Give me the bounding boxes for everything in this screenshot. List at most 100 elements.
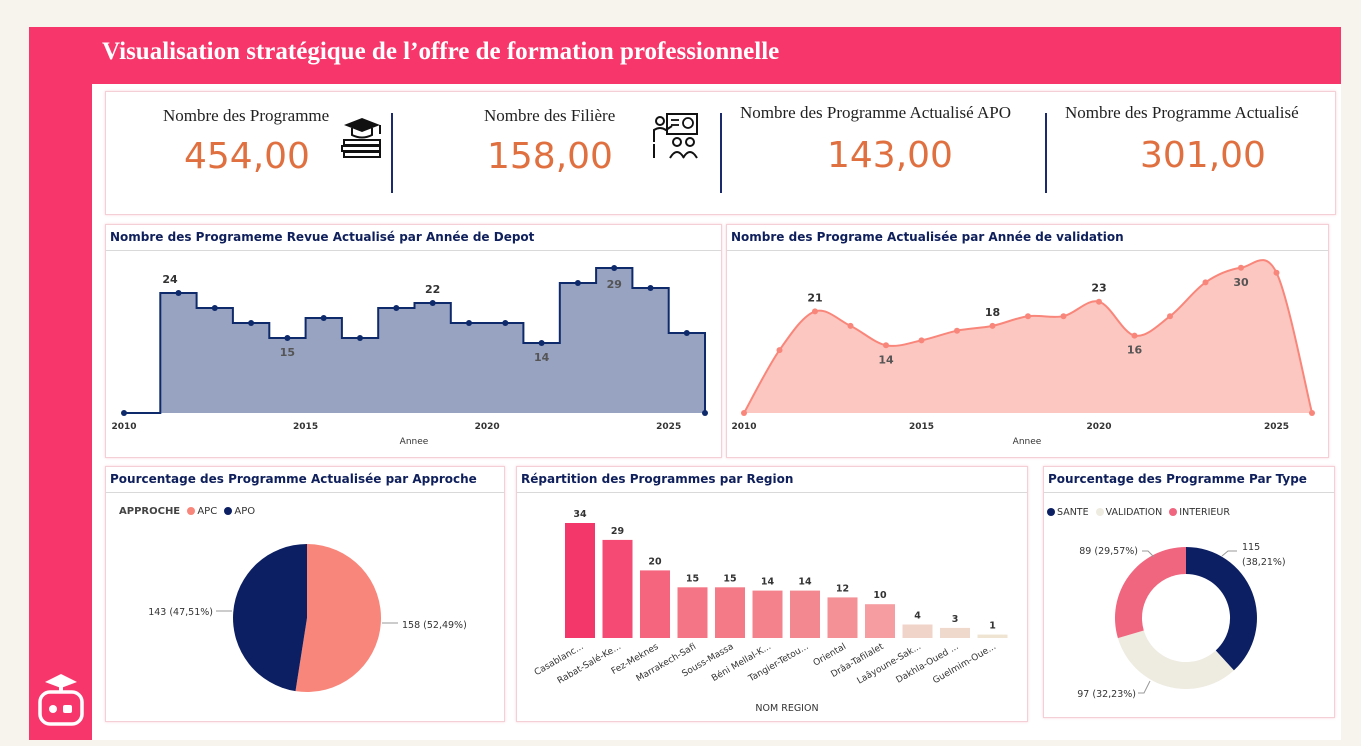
kpi-value-filieres: 158,00 — [487, 136, 613, 177]
pie-slice-apo — [233, 544, 307, 692]
data-point — [611, 265, 618, 271]
data-point — [954, 327, 960, 334]
bar — [865, 604, 895, 638]
donut-chart: 115 (38,21%) 97 (32,23%) 89 (29,57%) — [1077, 542, 1285, 700]
x-tick-label: 2010 — [731, 422, 756, 432]
x-tick-label: 2020 — [475, 422, 500, 432]
data-label: 24 — [162, 273, 178, 286]
area-fill — [744, 260, 1312, 413]
kpi-value-programmes-apo: 143,00 — [827, 135, 953, 176]
chart-card-depot[interactable]: Nombre des Programeme Revue Actualisé pa… — [105, 224, 722, 458]
bar — [602, 539, 633, 638]
kpi-value-programmes-actualise: 301,00 — [1140, 135, 1266, 176]
teacher-presentation-icon — [651, 112, 701, 165]
data-label: 158 (52,49%) — [402, 620, 467, 631]
donut-slice-validation — [1117, 630, 1234, 689]
data-label: 10 — [873, 590, 887, 601]
kpi-label-programmes-apo: Nombre des Programme Actualisé APO — [740, 103, 1012, 122]
data-label: 4 — [914, 611, 921, 622]
bar — [902, 624, 933, 638]
data-point — [320, 315, 327, 321]
x-axis-label: NOM REGION — [755, 703, 818, 714]
data-label: 14 — [798, 577, 812, 588]
chart-card-type[interactable]: Pourcentage des Programme Par Type SANTE… — [1043, 466, 1335, 718]
data-point — [211, 305, 218, 311]
leader-line — [1221, 550, 1237, 557]
data-point — [248, 320, 255, 326]
data-point — [538, 340, 545, 346]
kpi-separator — [1045, 113, 1047, 193]
x-tick-label: 2015 — [293, 422, 318, 432]
data-point — [647, 285, 654, 291]
kpi-label-programmes: Nombre des Programme — [163, 106, 330, 125]
data-label: 12 — [836, 583, 849, 594]
data-point — [1309, 410, 1315, 416]
bar — [640, 570, 670, 638]
data-label: 14 — [534, 351, 550, 364]
step-area-chart: 24 15 22 14 29 2010 2015 2020 2025 Annee — [111, 265, 708, 447]
data-label: 15 — [723, 573, 736, 584]
smooth-area-chart: 21 14 18 23 16 30 2010 2015 2020 2025 Annee — [731, 259, 1315, 447]
data-point — [1167, 313, 1173, 320]
chart-card-region[interactable]: Répartition des Programmes par Region 34… — [516, 466, 1028, 722]
data-label: 97 (32,23%) — [1077, 689, 1136, 700]
data-point — [284, 335, 291, 341]
x-tick-label: 2020 — [1086, 422, 1111, 432]
data-point — [1096, 298, 1102, 305]
data-label: 89 (29,57%) — [1079, 546, 1138, 557]
kpi-label-programmes-actualise: Nombre des Programme Actualisé — [1065, 103, 1299, 122]
kpi-card: Nombre des Programme 454,00 Nombre des F… — [105, 91, 1336, 215]
data-point — [702, 410, 708, 416]
data-label: 21 — [807, 291, 822, 304]
data-label: 3 — [952, 614, 959, 625]
data-point — [574, 280, 581, 286]
x-tick-label: 2025 — [1264, 422, 1289, 432]
chart-card-approche[interactable]: Pourcentage des Programme Actualisée par… — [105, 466, 505, 722]
data-label: 22 — [425, 283, 440, 296]
data-point — [1238, 264, 1244, 271]
x-tick-label: Rabat-Salé-Ke... — [555, 641, 623, 686]
data-point — [883, 342, 889, 349]
data-point — [357, 335, 363, 341]
data-label: 29 — [607, 278, 622, 291]
bar — [677, 587, 708, 638]
data-point — [1060, 313, 1067, 320]
bar — [752, 590, 783, 638]
data-label: 14 — [878, 353, 894, 366]
kpi-value-programmes: 454,00 — [184, 136, 310, 177]
data-point — [847, 322, 854, 329]
data-point — [466, 320, 472, 326]
data-label: 14 — [761, 577, 775, 588]
pie-chart: 158 (52,49%) 143 (47,51%) — [148, 544, 467, 692]
data-point — [429, 300, 436, 306]
data-label: 20 — [648, 556, 662, 567]
data-point — [776, 347, 783, 354]
data-label: 30 — [1233, 276, 1249, 289]
data-label: 15 — [280, 346, 295, 359]
donut-slice-interieur — [1114, 547, 1186, 639]
x-tick-label: 2010 — [111, 422, 136, 432]
data-label: 18 — [985, 306, 1000, 319]
chart-card-validation[interactable]: Nombre des Programe Actualisée par Année… — [726, 224, 1329, 458]
leader-line — [1138, 680, 1151, 694]
kpi-separator — [720, 113, 722, 193]
data-label: 16 — [1127, 344, 1143, 357]
data-point — [1273, 269, 1280, 276]
bar — [790, 590, 820, 638]
x-tick-label: Guelmim-Oue... — [931, 642, 998, 686]
kpi-separator — [391, 113, 393, 193]
data-label: 15 — [686, 573, 699, 584]
data-point — [1202, 279, 1209, 286]
data-point — [121, 410, 127, 416]
robot-logo-icon[interactable] — [36, 672, 86, 728]
data-label: 143 (47,51%) — [148, 607, 213, 618]
data-label: 29 — [611, 526, 624, 537]
x-tick-label: Dakhla-Oued ... — [895, 642, 961, 686]
data-label: 115 — [1242, 542, 1260, 553]
bar-chart: 34Casablanc...29Rabat-Salé-Ke...20Fez-Me… — [533, 509, 1008, 714]
data-point — [175, 290, 182, 296]
books-graduation-cap-icon — [340, 116, 386, 165]
data-point — [683, 330, 690, 336]
data-point — [502, 320, 509, 326]
data-point — [1025, 313, 1031, 320]
